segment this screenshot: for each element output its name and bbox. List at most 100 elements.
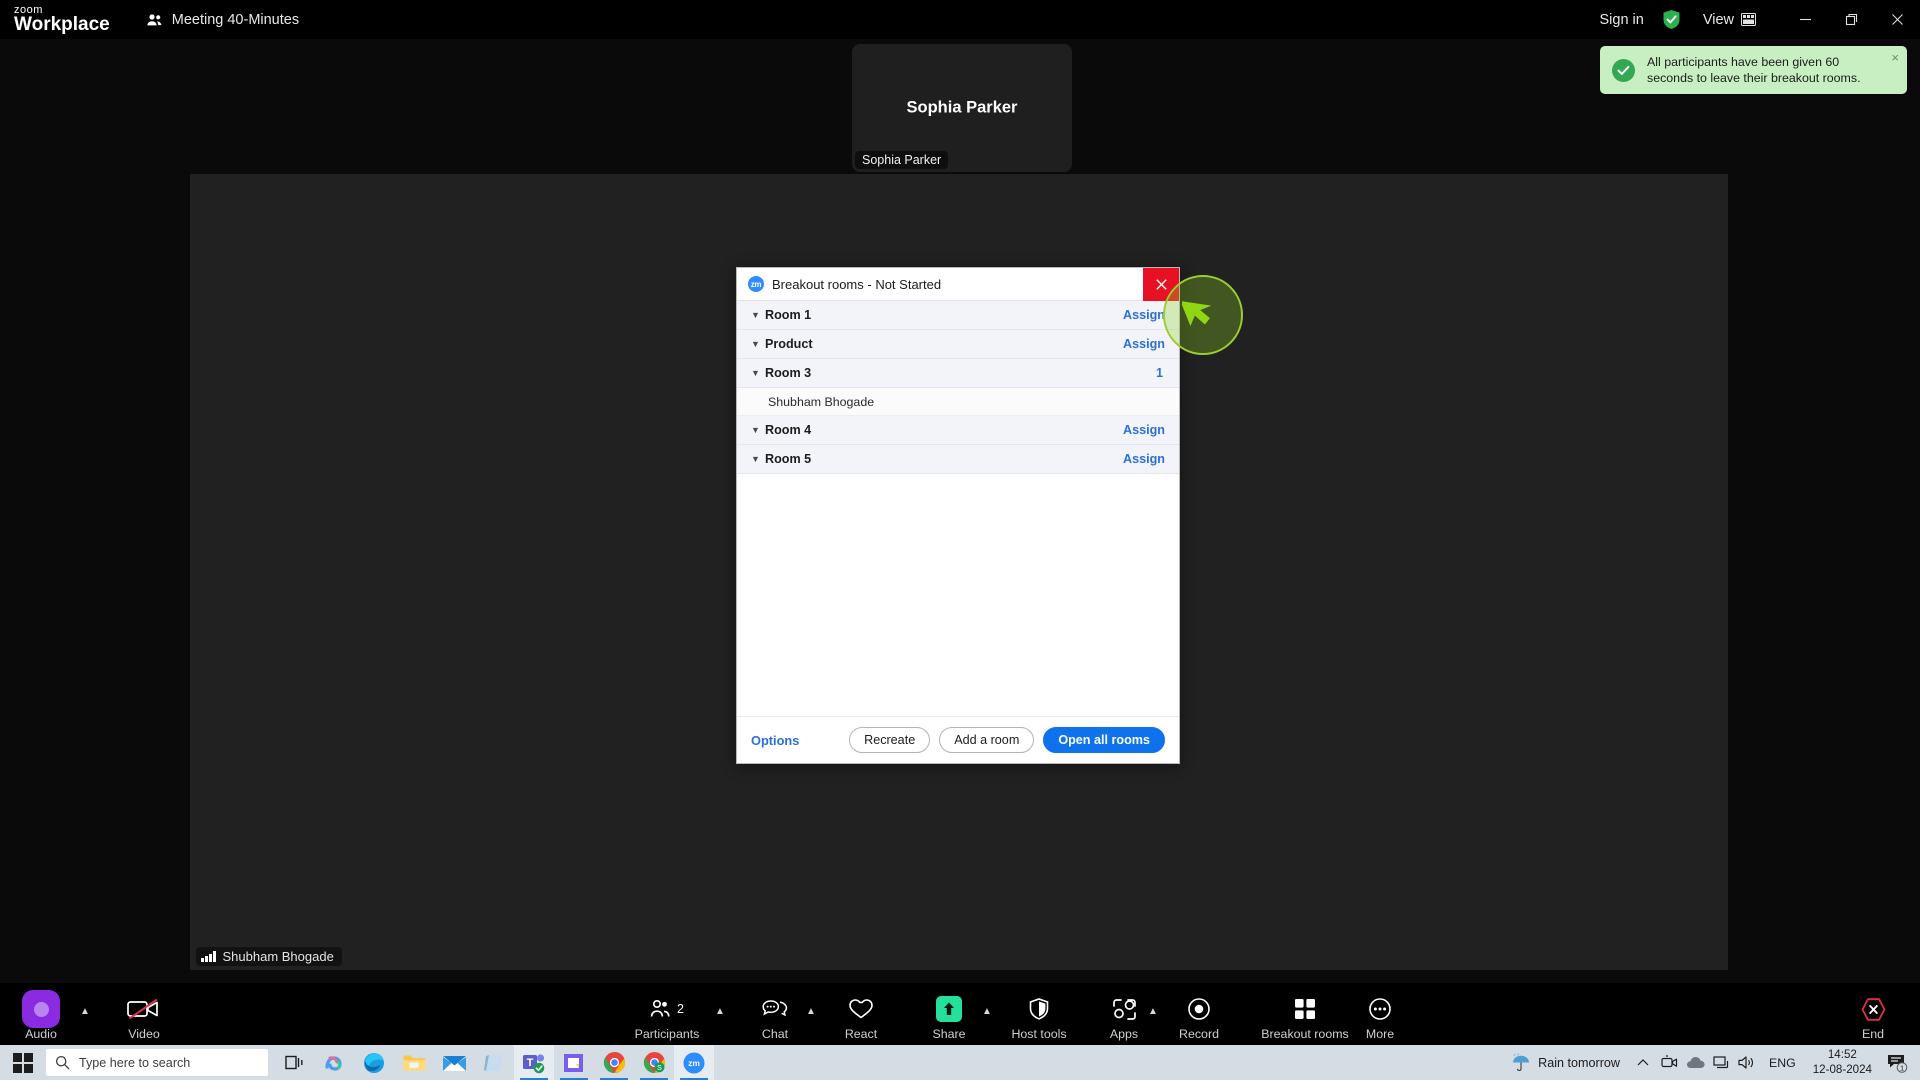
window-minimize-button[interactable]: [1782, 0, 1828, 39]
chrome-sheets-icon: S: [643, 1052, 665, 1074]
toast-close-icon[interactable]: ×: [1891, 51, 1899, 64]
dialog-title: Breakout rooms - Not Started: [772, 276, 942, 292]
toolbar-chat-button[interactable]: Chat: [736, 994, 814, 1041]
success-check-icon: [1612, 58, 1635, 82]
tray-onedrive-icon[interactable]: [1682, 1045, 1708, 1080]
task-view-icon: [284, 1055, 302, 1070]
room-member-row[interactable]: Shubham Bhogade: [737, 388, 1179, 416]
room-assign-link[interactable]: Assign: [1123, 452, 1165, 466]
encryption-shield-icon[interactable]: [1662, 9, 1681, 30]
share-options-caret-icon[interactable]: ▲: [982, 1006, 992, 1017]
svg-text:zm: zm: [688, 1058, 700, 1068]
chat-options-caret-icon[interactable]: ▲: [806, 1006, 816, 1017]
taskbar-app-powerpoint[interactable]: [554, 1045, 594, 1080]
participant-video-tile[interactable]: Sophia Parker Sophia Parker: [852, 44, 1072, 172]
breakout-room-list[interactable]: ▼ Room 1 Assign ▼ Product Assign ▼ Room 3 1 Shubh…: [737, 301, 1179, 716]
room-assign-link[interactable]: Assign: [1123, 337, 1165, 351]
tile-display-name: Sophia Parker: [906, 98, 1018, 117]
toolbar-react-button[interactable]: React: [822, 994, 900, 1041]
room-collapse-caret-icon[interactable]: ▼: [751, 368, 765, 378]
taskbar-app-zoom[interactable]: zm: [674, 1045, 714, 1080]
participants-options-caret-icon[interactable]: ▲: [715, 1006, 725, 1017]
notification-center-button[interactable]: 1: [1880, 1045, 1914, 1080]
tray-camera-status-icon[interactable]: [1656, 1045, 1682, 1080]
share-screen-icon: [936, 996, 962, 1022]
taskbar-app-teams[interactable]: T: [514, 1045, 554, 1080]
window-close-button[interactable]: [1874, 0, 1920, 39]
toolbar-apps-button[interactable]: Apps: [1085, 994, 1163, 1041]
mail-icon: [442, 1055, 466, 1071]
meeting-title: Meeting 40-Minutes: [171, 11, 300, 28]
camera-icon: [1660, 1055, 1677, 1068]
taskbar-app-file-explorer[interactable]: [394, 1045, 434, 1080]
tray-expand-button[interactable]: [1630, 1045, 1656, 1080]
system-tray: Rain tomorrow ENG 14:52 12-08-2024 1: [1501, 1045, 1920, 1080]
breakout-room-row[interactable]: ▼ Room 1 Assign: [737, 301, 1179, 330]
taskbar-clock[interactable]: 14:52 12-08-2024: [1805, 1048, 1880, 1076]
toolbar-chat-label: Chat: [761, 1027, 789, 1041]
recreate-button[interactable]: Recreate: [849, 727, 931, 753]
taskbar-app-copilot[interactable]: [314, 1045, 354, 1080]
language-indicator[interactable]: ENG: [1760, 1056, 1805, 1070]
taskbar-app-notepad[interactable]: [474, 1045, 514, 1080]
taskbar-app-chrome-sheets[interactable]: S: [634, 1045, 674, 1080]
copilot-icon: [325, 1055, 342, 1071]
heart-icon: [849, 999, 873, 1019]
room-assign-link[interactable]: Assign: [1123, 423, 1165, 437]
task-view-button[interactable]: [274, 1045, 314, 1080]
participants-icon: [650, 999, 670, 1017]
participants-group-icon: [147, 13, 162, 25]
clock-time: 14:52: [1827, 1048, 1857, 1062]
chrome-icon: [603, 1052, 625, 1074]
room-collapse-caret-icon[interactable]: ▼: [751, 454, 765, 464]
breakout-room-row[interactable]: ▼ Product Assign: [737, 330, 1179, 359]
taskbar-search-input[interactable]: Type here to search: [46, 1049, 268, 1076]
chat-icon: [762, 1000, 788, 1017]
meeting-info[interactable]: Meeting 40-Minutes: [146, 12, 299, 28]
breakout-room-row[interactable]: ▼ Room 4 Assign: [737, 416, 1179, 445]
presenter-name: Shubham Bhogade: [222, 949, 334, 964]
tray-volume-icon[interactable]: [1734, 1045, 1760, 1080]
toolbar-record-button[interactable]: Record: [1160, 994, 1238, 1041]
toolbar-more-button[interactable]: More: [1341, 994, 1419, 1041]
toolbar-participants-button[interactable]: 2 Participants: [628, 994, 706, 1041]
view-button[interactable]: View: [1695, 12, 1764, 28]
open-all-rooms-button[interactable]: Open all rooms: [1043, 727, 1165, 753]
room-assign-link[interactable]: Assign: [1123, 308, 1165, 322]
room-collapse-caret-icon[interactable]: ▼: [751, 339, 765, 349]
toolbar-react-label: React: [844, 1027, 878, 1041]
audio-options-caret-icon[interactable]: ▲: [80, 1006, 90, 1017]
notification-count-text: 1: [1899, 1063, 1903, 1072]
start-button[interactable]: [0, 1045, 46, 1080]
toolbar-video-button[interactable]: Video: [105, 994, 183, 1041]
zoom-meeting-window: zoom Workplace Meeting 40-Minutes Sign i…: [0, 0, 1920, 1080]
view-label: View: [1702, 11, 1734, 28]
breakout-room-row[interactable]: ▼ Room 3 1: [737, 359, 1179, 388]
room-collapse-caret-icon[interactable]: ▼: [751, 310, 765, 320]
tray-network-icon[interactable]: [1708, 1045, 1734, 1080]
breakout-room-row[interactable]: ▼ Room 5 Assign: [737, 445, 1179, 474]
toolbar-audio-button[interactable]: Audio: [2, 990, 80, 1041]
dialog-close-button[interactable]: [1143, 268, 1179, 301]
taskbar-app-chrome[interactable]: [594, 1045, 634, 1080]
titlebar-right-controls: Sign in View: [1589, 0, 1920, 39]
network-icon: [1712, 1056, 1728, 1069]
toolbar-share-button[interactable]: Share: [910, 994, 988, 1041]
toolbar-more-label: More: [1365, 1027, 1395, 1041]
taskbar-app-mail[interactable]: [434, 1045, 474, 1080]
apps-options-caret-icon[interactable]: ▲: [1148, 1006, 1158, 1017]
window-restore-button[interactable]: [1828, 0, 1874, 39]
weather-widget[interactable]: Rain tomorrow: [1501, 1053, 1630, 1072]
sign-in-button[interactable]: Sign in: [1589, 12, 1653, 28]
end-meeting-icon: [1861, 997, 1885, 1021]
room-collapse-caret-icon[interactable]: ▼: [751, 425, 765, 435]
options-link[interactable]: Options: [751, 733, 799, 748]
add-a-room-button[interactable]: Add a room: [939, 727, 1035, 753]
toolbar-end-button[interactable]: End: [1834, 994, 1912, 1041]
speaker-icon: [1738, 1056, 1753, 1069]
taskbar-app-edge[interactable]: [354, 1045, 394, 1080]
toolbar-host-tools-button[interactable]: Host tools: [1000, 994, 1078, 1041]
more-ellipsis-icon: [1369, 998, 1391, 1020]
search-placeholder: Type here to search: [79, 1055, 191, 1070]
windows-taskbar: Type here to search T S zm Rain tomorrow…: [0, 1045, 1920, 1080]
